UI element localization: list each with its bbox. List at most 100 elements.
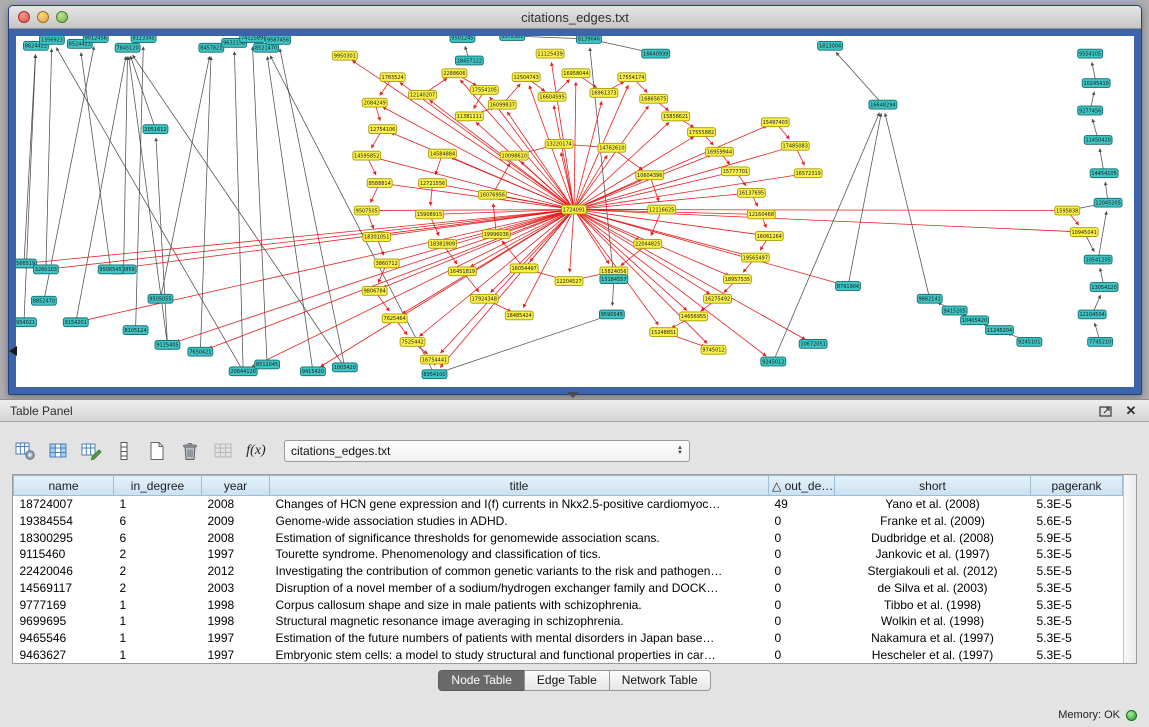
- table-cell[interactable]: Embryonic stem cells: a model to study s…: [270, 646, 769, 663]
- graph-edge[interactable]: [574, 210, 710, 295]
- graph-edge[interactable]: [574, 106, 649, 210]
- column-header-4[interactable]: △ out_de…: [769, 476, 835, 496]
- graph-node[interactable]: 1783524: [380, 73, 405, 82]
- graph-edge[interactable]: [574, 82, 576, 209]
- table-cell[interactable]: 5.3E-5: [1031, 630, 1123, 647]
- minimize-window-button[interactable]: [37, 11, 49, 23]
- graph-node[interactable]: 15248851: [650, 328, 678, 337]
- graph-node[interactable]: 7625464: [382, 314, 407, 323]
- table-cell[interactable]: 5.3E-5: [1031, 496, 1123, 513]
- graph-node[interactable]: 9806784: [362, 287, 387, 296]
- graph-node[interactable]: 1005420: [332, 363, 357, 372]
- table-cell[interactable]: 2008: [202, 529, 270, 546]
- graph-node[interactable]: 7650421: [188, 347, 213, 356]
- graph-node[interactable]: 16275492: [704, 294, 732, 303]
- graph-node[interactable]: 10405420: [961, 316, 989, 325]
- graph-node[interactable]: 11125439: [536, 49, 564, 58]
- graph-node[interactable]: 16451819: [448, 267, 476, 276]
- graph-node[interactable]: 9245012: [761, 357, 786, 366]
- table-cell[interactable]: 9699695: [14, 613, 114, 630]
- graph-edge[interactable]: [156, 138, 167, 345]
- graph-node[interactable]: 15908915: [416, 210, 444, 219]
- graph-node[interactable]: 8512045: [255, 360, 280, 369]
- column-header-1[interactable]: in_degree: [114, 476, 202, 496]
- graph-edge[interactable]: [848, 113, 881, 286]
- citation-network-graph[interactable]: 1724091178352420842491275410614595852858…: [16, 36, 1134, 387]
- table-cell[interactable]: 14569117: [14, 579, 114, 596]
- graph-node[interactable]: 16137695: [737, 188, 765, 197]
- graph-edge[interactable]: [124, 57, 128, 270]
- graph-node[interactable]: 17485083: [781, 141, 809, 150]
- table-cell[interactable]: 49: [769, 496, 835, 513]
- table-row[interactable]: 911546021997Tourette syndrome. Phenomeno…: [14, 546, 1123, 563]
- table-cell[interactable]: 1: [114, 496, 202, 513]
- graph-node[interactable]: 18301051: [363, 233, 391, 242]
- table-cell[interactable]: 9777169: [14, 596, 114, 613]
- graph-node[interactable]: 9505055: [148, 294, 173, 303]
- table-cell[interactable]: Tourette syndrome. Phenomenology and cla…: [270, 546, 769, 563]
- rows-icon[interactable]: [111, 438, 137, 464]
- graph-edge[interactable]: [570, 210, 574, 273]
- table-cell[interactable]: 5.3E-5: [1031, 579, 1123, 596]
- table-cell[interactable]: 1998: [202, 613, 270, 630]
- graph-node[interactable]: 16865675: [640, 94, 668, 103]
- column-header-3[interactable]: title: [270, 476, 769, 496]
- table-cell[interactable]: 1997: [202, 546, 270, 563]
- graph-node[interactable]: 16754441: [421, 355, 449, 364]
- table-cell[interactable]: 2: [114, 546, 202, 563]
- graph-node[interactable]: 11450420: [1084, 136, 1112, 145]
- graph-node[interactable]: 9154201: [63, 318, 88, 327]
- table-cell[interactable]: 5.6E-5: [1031, 513, 1123, 530]
- graph-edge[interactable]: [24, 55, 36, 323]
- graph-node[interactable]: 9554105: [1078, 49, 1103, 58]
- tab-node-table[interactable]: Node Table: [438, 670, 525, 691]
- graph-edge[interactable]: [267, 57, 313, 372]
- graph-node[interactable]: 17554105: [470, 86, 498, 95]
- zoom-window-button[interactable]: [56, 11, 68, 23]
- graph-node[interactable]: 14656955: [680, 312, 708, 321]
- graph-node[interactable]: 16640939: [642, 49, 670, 58]
- graph-node[interactable]: 15497403: [761, 118, 789, 127]
- graph-node[interactable]: 20644120: [229, 367, 257, 376]
- table-cell[interactable]: 0: [769, 630, 835, 647]
- graph-node[interactable]: 18957535: [723, 275, 751, 284]
- table-row[interactable]: 1938455462009Genome-wide association stu…: [14, 513, 1123, 530]
- graph-edge[interactable]: [253, 47, 268, 365]
- table-cell[interactable]: 18300295: [14, 529, 114, 546]
- table-cell[interactable]: 6: [114, 529, 202, 546]
- graph-node[interactable]: 17555882: [688, 128, 716, 137]
- table-cell[interactable]: Yano et al. (2008): [835, 496, 1031, 513]
- graph-node[interactable]: 12204527: [555, 277, 583, 286]
- graph-edge[interactable]: [160, 56, 209, 298]
- table-cell[interactable]: 5.5E-5: [1031, 563, 1123, 580]
- graph-node[interactable]: 9862141: [917, 294, 942, 303]
- table-cell[interactable]: Wolkin et al. (1998): [835, 613, 1031, 630]
- graph-node[interactable]: 16061264: [755, 232, 783, 241]
- table-row[interactable]: 2242004622012Investigating the contribut…: [14, 563, 1123, 580]
- table-row[interactable]: 1830029562008Estimation of significance …: [14, 529, 1123, 546]
- graph-node[interactable]: 10672051: [799, 339, 827, 348]
- graph-node[interactable]: 12116625: [648, 205, 676, 214]
- table-cell[interactable]: 1: [114, 596, 202, 613]
- graph-node[interactable]: 9415420: [300, 367, 325, 376]
- graph-node[interactable]: 16958044: [562, 69, 590, 78]
- table-cell[interactable]: Estimation of significance thresholds fo…: [270, 529, 769, 546]
- network-table-selector[interactable]: citations_edges.txt ▲▼: [284, 440, 690, 462]
- fx-button[interactable]: f(x): [243, 438, 269, 464]
- table-cell[interactable]: 1: [114, 630, 202, 647]
- graph-edge[interactable]: [441, 185, 574, 210]
- graph-node[interactable]: 9125405: [155, 340, 180, 349]
- table-cell[interactable]: 2009: [202, 513, 270, 530]
- graph-edge[interactable]: [85, 210, 574, 321]
- graph-node[interactable]: 15184557: [600, 275, 628, 284]
- table-cell[interactable]: Dudbridge et al. (2008): [835, 529, 1031, 546]
- column-header-5[interactable]: short: [835, 476, 1031, 496]
- table-row[interactable]: 946554611997Estimation of the future num…: [14, 630, 1123, 647]
- graph-node[interactable]: 18457122: [455, 56, 483, 65]
- graph-node[interactable]: 1813004: [818, 41, 843, 50]
- table-cell[interactable]: 1: [114, 646, 202, 663]
- graph-node[interactable]: 7845120: [115, 43, 140, 52]
- graph-node[interactable]: 14454105: [1090, 169, 1118, 178]
- graph-node[interactable]: 5572301: [500, 36, 525, 40]
- graph-edge[interactable]: [46, 49, 52, 270]
